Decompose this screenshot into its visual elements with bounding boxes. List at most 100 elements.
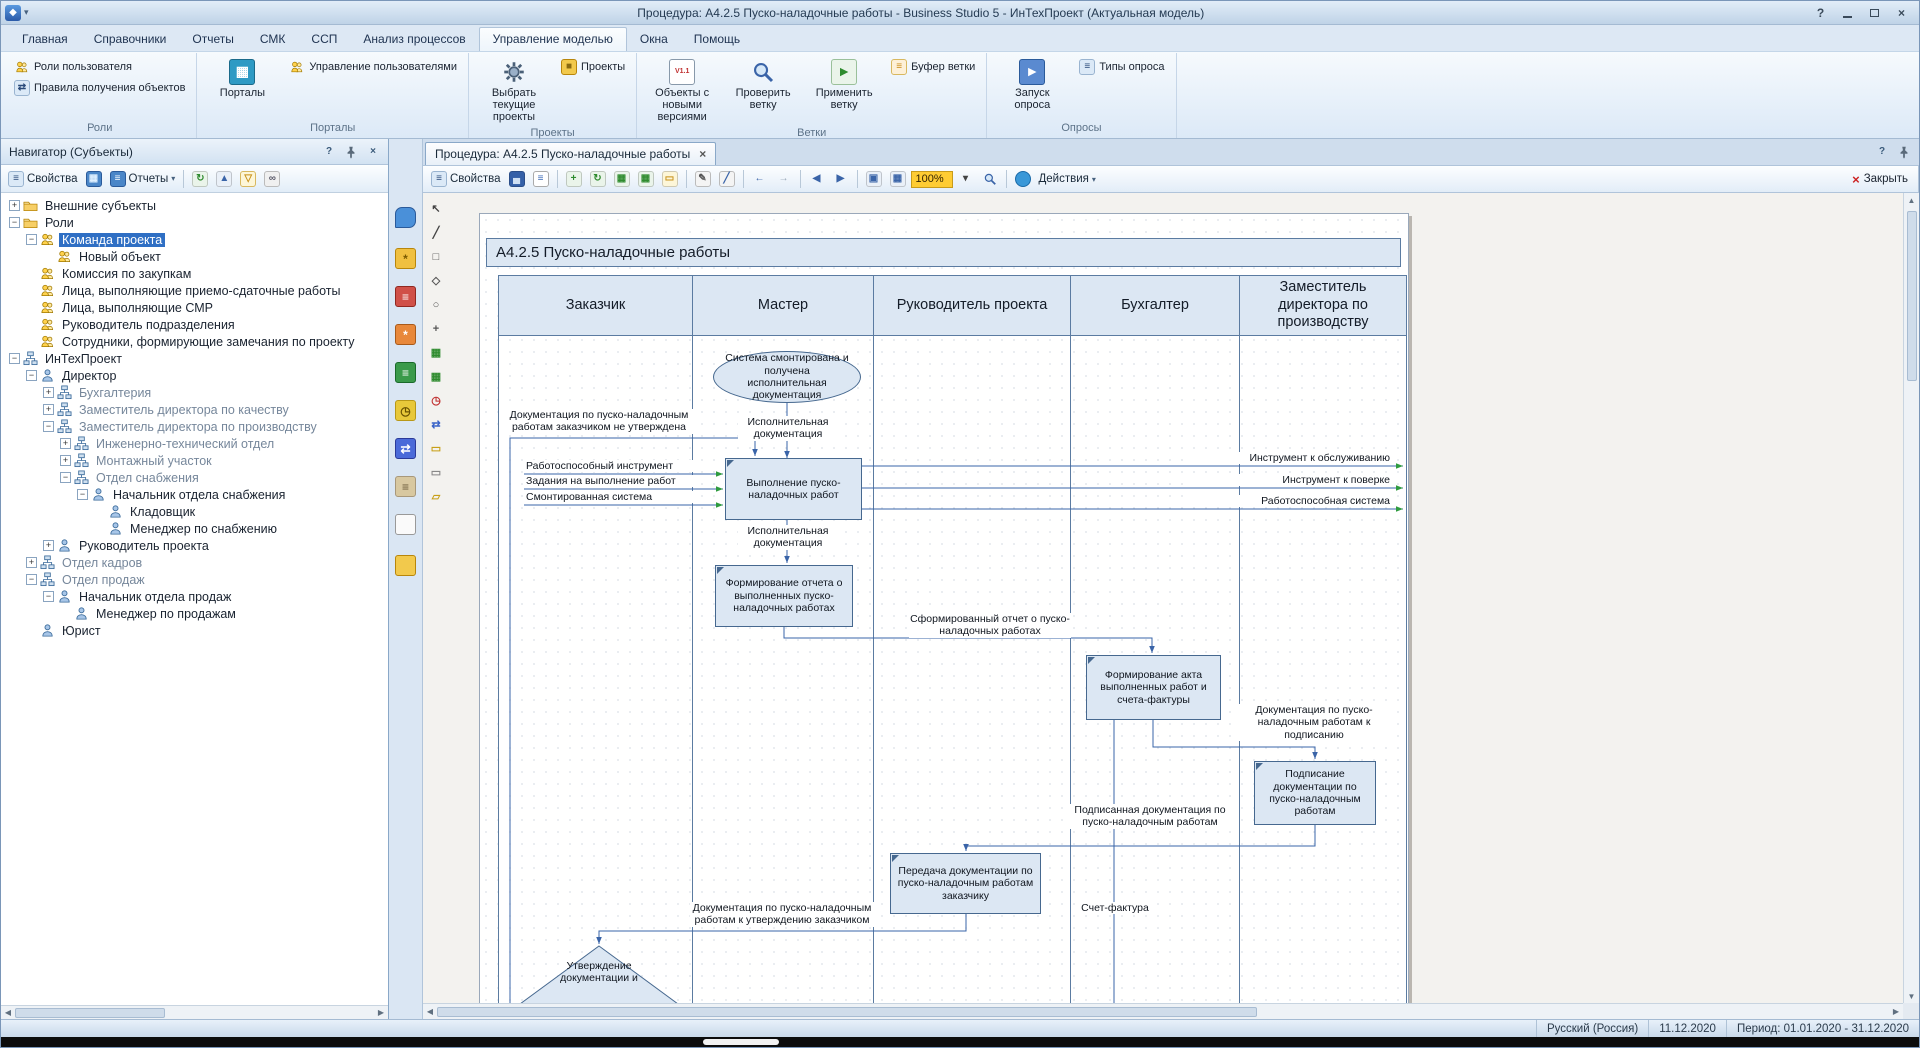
- collapse-icon[interactable]: −: [77, 489, 88, 500]
- table-tool-button[interactable]: ▦: [428, 345, 445, 362]
- tree-item[interactable]: +Монтажный участок: [3, 452, 388, 469]
- swimlane-header[interactable]: Заместитель директора по производству: [1240, 275, 1406, 336]
- expand-icon[interactable]: +: [60, 455, 71, 466]
- tree-item[interactable]: +Руководитель проекта: [3, 537, 388, 554]
- panel-help-button[interactable]: ?: [318, 143, 340, 161]
- connector-label[interactable]: Подписанная документация по пуско-наладо…: [1068, 804, 1232, 829]
- branch-buffer-button[interactable]: ≡Буфер ветки: [887, 56, 979, 77]
- publish-button[interactable]: [1012, 170, 1034, 188]
- expand-icon[interactable]: +: [60, 438, 71, 449]
- tree-item[interactable]: +Заместитель директора по качеству: [3, 401, 388, 418]
- expand-icon[interactable]: +: [43, 540, 54, 551]
- matrix-tool-button[interactable]: ▦: [428, 369, 445, 386]
- tree-item[interactable]: +Бухгалтерия: [3, 384, 388, 401]
- diagram-node[interactable]: Подписание документации по пуско-наладоч…: [1254, 761, 1376, 825]
- diagram-node[interactable]: Выполнение пуско-наладочных работ: [725, 458, 862, 520]
- transfer-panel-button[interactable]: ⇄: [395, 438, 416, 459]
- poll-types-button[interactable]: ≡Типы опроса: [1075, 56, 1168, 77]
- connector-label[interactable]: Документация по пуско-наладочным работам…: [504, 409, 694, 434]
- pan-button[interactable]: +: [563, 170, 585, 188]
- user-roles-button[interactable]: Роли пользователя: [10, 56, 189, 77]
- tree-item[interactable]: −Отдел продаж: [3, 571, 388, 588]
- scroll-right-icon[interactable]: ▶: [374, 1006, 388, 1020]
- tab-close-icon[interactable]: ×: [699, 147, 706, 161]
- save-button[interactable]: ▄: [506, 170, 528, 188]
- tree-item[interactable]: Кладовщик: [3, 503, 388, 520]
- tree-item[interactable]: Комиссия по закупкам: [3, 265, 388, 282]
- connector-label[interactable]: Смонтированная система: [526, 491, 696, 503]
- diagram-node-decision[interactable]: Утверждение документации и: [540, 960, 658, 985]
- properties-button[interactable]: ≡Свойства: [428, 170, 504, 188]
- ribbon-tab-4[interactable]: СМК: [247, 28, 299, 51]
- back-button[interactable]: ←: [749, 170, 771, 188]
- document-tool-button[interactable]: ▭: [428, 441, 445, 458]
- swimlane-header[interactable]: Мастер: [693, 275, 873, 336]
- object-rules-button[interactable]: ⇄Правила получения объектов: [10, 77, 189, 98]
- blank-page-panel-button[interactable]: [395, 514, 416, 538]
- diagram-node[interactable]: Система смонтирована и получена исполнит…: [713, 351, 861, 403]
- select-current-projects-button[interactable]: Выбрать текущие проекты: [476, 55, 552, 127]
- connector-label[interactable]: Инструмент к поверке: [1192, 474, 1390, 486]
- connector-tool-button[interactable]: ╱: [428, 225, 445, 242]
- panel-pin-button[interactable]: [340, 143, 362, 161]
- tree-item[interactable]: Новый объект: [3, 248, 388, 265]
- timer-panel-button[interactable]: ◷: [395, 400, 416, 421]
- scroll-left-icon[interactable]: ◀: [423, 1005, 437, 1019]
- connector-label[interactable]: Работоспособный инструмент: [526, 460, 696, 472]
- diagram-node[interactable]: Формирование отчета о выполненных пуско-…: [715, 565, 853, 627]
- document-tab[interactable]: Процедура: A4.2.5 Пуско-наладочные работ…: [425, 142, 716, 165]
- tree-item[interactable]: Менеджер по продажам: [3, 605, 388, 622]
- decision-tool-button[interactable]: ◇: [428, 273, 445, 290]
- expand-icon[interactable]: +: [43, 387, 54, 398]
- zoom-tool-button[interactable]: [979, 170, 1001, 188]
- tree-item[interactable]: +Отдел кадров: [3, 554, 388, 571]
- tree-item[interactable]: −Роли: [3, 214, 388, 231]
- user-management-button[interactable]: Управление пользователями: [285, 56, 461, 77]
- swimlane-header[interactable]: Бухгалтер: [1071, 275, 1239, 336]
- start-poll-button[interactable]: ►Запуск опроса: [994, 55, 1070, 115]
- diagram-node[interactable]: Передача документации по пуско-наладочны…: [890, 853, 1041, 914]
- draw-connector-button[interactable]: ╱: [716, 170, 738, 188]
- scroll-left-icon[interactable]: ◀: [1, 1006, 15, 1020]
- documents-panel-button[interactable]: ≡: [395, 286, 416, 307]
- glossary-panel-button[interactable]: ≡: [395, 362, 416, 383]
- collapse-icon[interactable]: −: [26, 370, 37, 381]
- collapse-icon[interactable]: −: [26, 574, 37, 585]
- scroll-thumb[interactable]: [15, 1008, 165, 1018]
- ribbon-tab-9[interactable]: Помощь: [681, 28, 753, 51]
- ribbon-tab-5[interactable]: ССП: [298, 28, 350, 51]
- collapse-icon[interactable]: −: [26, 234, 37, 245]
- cross-tool-button[interactable]: +: [428, 321, 445, 338]
- collapse-icon[interactable]: −: [9, 353, 20, 364]
- ellipse-tool-button[interactable]: ○: [428, 297, 445, 314]
- panel-close-button[interactable]: ×: [362, 143, 384, 161]
- apply-branch-button[interactable]: ►Применить ветку: [806, 55, 882, 115]
- refresh-button[interactable]: ↻: [189, 170, 211, 188]
- canvas-v-scrollbar[interactable]: ▲ ▼: [1903, 193, 1919, 1003]
- tree-item[interactable]: −ИнТехПроект: [3, 350, 388, 367]
- swimlane-header[interactable]: Заказчик: [499, 275, 692, 336]
- scroll-down-icon[interactable]: ▼: [1905, 989, 1919, 1003]
- expand-icon[interactable]: +: [43, 404, 54, 415]
- tree-item[interactable]: Юрист: [3, 622, 388, 639]
- properties-button[interactable]: ≡Свойства: [5, 170, 81, 188]
- tree-item[interactable]: Лица, выполняющие приемо-сдаточные работ…: [3, 282, 388, 299]
- help-button[interactable]: ?: [1807, 4, 1834, 22]
- expand-icon[interactable]: +: [26, 557, 37, 568]
- report-button[interactable]: ≡: [530, 170, 552, 188]
- tree-item[interactable]: +Внешние субъекты: [3, 197, 388, 214]
- zoom-level-input[interactable]: 100%: [911, 171, 953, 188]
- navigate-up-button[interactable]: ▲: [213, 170, 235, 188]
- collapse-icon[interactable]: −: [60, 472, 71, 483]
- ribbon-tab-1[interactable]: Главная: [9, 28, 81, 51]
- tree-item[interactable]: Менеджер по снабжению: [3, 520, 388, 537]
- forward-button[interactable]: →: [773, 170, 795, 188]
- projects-button[interactable]: ■Проекты: [557, 56, 629, 77]
- filter-button[interactable]: ▽: [237, 170, 259, 188]
- rectangle-tool-button[interactable]: □: [428, 249, 445, 266]
- tree-item[interactable]: Сотрудники, формирующие замечания по про…: [3, 333, 388, 350]
- ribbon-tab-2[interactable]: Справочники: [81, 28, 180, 51]
- ribbon-tab-3[interactable]: Отчеты: [179, 28, 246, 51]
- gear-panel-button[interactable]: *: [395, 248, 416, 269]
- connector-label[interactable]: Счет-фактура: [1080, 902, 1150, 914]
